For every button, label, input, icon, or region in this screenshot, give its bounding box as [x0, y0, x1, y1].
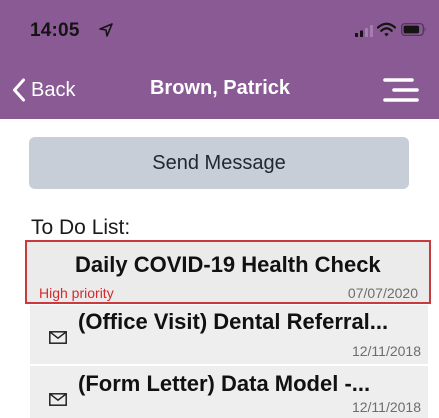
todo-item-title: Daily COVID-19 Health Check: [75, 252, 381, 277]
priority-badge: High priority: [39, 285, 114, 301]
page-title: Brown, Patrick: [149, 77, 291, 99]
todo-item-form-letter[interactable]: (Form Letter) Data Model -... 12/11/2018: [30, 366, 428, 418]
send-message-button[interactable]: Send Message: [29, 137, 409, 189]
navigation-bar: Back Brown, Patrick: [0, 60, 439, 119]
envelope-icon: [49, 393, 67, 406]
todo-item-date: 12/11/2018: [351, 399, 421, 415]
battery-icon: [401, 23, 426, 36]
app-screen: 14:05 Back Brown, Patrick Send Message T…: [0, 0, 439, 418]
hamburger-menu-icon[interactable]: [383, 75, 419, 105]
status-bar: 14:05: [0, 0, 439, 60]
todo-item-title: (Form Letter) Data Model -...: [78, 371, 371, 396]
back-label: Back: [31, 78, 76, 101]
todo-item-title: (Office Visit) Dental Referral...: [78, 309, 389, 334]
location-arrow-icon: [99, 23, 113, 37]
todo-item-dental-referral[interactable]: (Office Visit) Dental Referral... 12/11/…: [30, 305, 428, 364]
app-header: 14:05 Back Brown, Patrick: [0, 0, 439, 119]
wifi-icon: [377, 22, 396, 37]
todo-item-date: 07/07/2020: [347, 285, 418, 301]
chevron-left-icon: [13, 78, 25, 102]
todo-item-covid-check[interactable]: Daily COVID-19 Health Check High priorit…: [25, 240, 431, 304]
back-button[interactable]: Back: [12, 74, 75, 106]
todo-list-label: To Do List:: [31, 216, 131, 239]
cellular-signal-icon: [355, 25, 373, 37]
envelope-icon: [49, 331, 67, 344]
status-time: 14:05: [30, 20, 80, 41]
todo-item-date: 12/11/2018: [351, 343, 421, 359]
